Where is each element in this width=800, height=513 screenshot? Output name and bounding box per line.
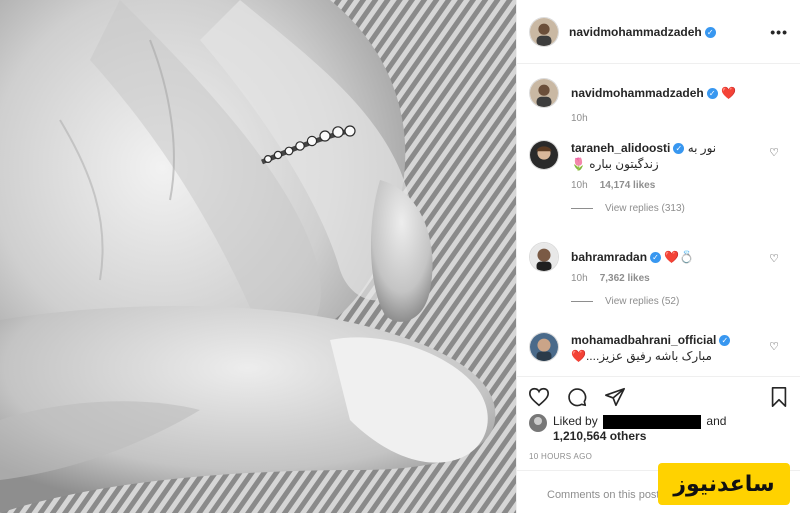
comment-input-placeholder: Comments on this post xyxy=(547,489,660,501)
comment-item: taraneh_alidoosti ✓ نور به زندگیتون بباره… xyxy=(529,140,789,214)
comment-time: 10h xyxy=(571,273,588,284)
bookmark-icon[interactable] xyxy=(767,385,791,409)
post-actions-bar xyxy=(517,376,800,416)
author-username[interactable]: navidmohammadzadeh ✓ xyxy=(569,25,716,39)
caption-avatar[interactable] xyxy=(529,78,559,108)
view-replies-label: View replies (52) xyxy=(605,296,680,307)
verified-badge-icon: ✓ xyxy=(673,143,685,155)
like-comment-heart-icon[interactable]: ♡ xyxy=(769,252,779,265)
caption-username[interactable]: navidmohammadzadeh xyxy=(571,86,704,100)
verified-badge-icon: ✓ xyxy=(719,335,731,347)
view-replies-button[interactable]: View replies (313) xyxy=(571,203,789,214)
verified-badge-icon: ✓ xyxy=(704,26,716,38)
watermark-text: ساعدنیوز xyxy=(673,471,775,497)
comment-text-line1: ❤️💍 xyxy=(664,250,695,264)
replies-divider xyxy=(571,208,593,209)
commenter-avatar[interactable] xyxy=(529,140,559,170)
comment-text-line1: نور به xyxy=(687,141,717,155)
author-avatar[interactable] xyxy=(529,16,559,47)
commenter-username[interactable]: mohamadbahrani_official xyxy=(571,333,716,347)
view-replies-label: View replies (313) xyxy=(605,203,685,214)
likes-summary[interactable]: Liked by and 1,210,564 others xyxy=(529,414,791,444)
caption-time: 10h xyxy=(571,113,588,124)
redacted-name xyxy=(603,414,702,429)
comment-time: 10h xyxy=(571,180,588,191)
comment-likes[interactable]: 14,174 likes xyxy=(600,180,656,191)
verified-badge-icon: ✓ xyxy=(706,88,718,100)
view-replies-button[interactable]: View replies (52) xyxy=(571,296,789,307)
watermark-logo: ساعدنیوز xyxy=(658,463,790,505)
like-comment-heart-icon[interactable]: ♡ xyxy=(769,146,779,159)
caption-text: ❤️ xyxy=(721,86,736,100)
commenter-avatar[interactable] xyxy=(529,242,559,272)
comment-item: mohamadbahrani_official ✓ مبارک باشه رفیق… xyxy=(529,332,789,364)
like-comment-heart-icon[interactable]: ♡ xyxy=(769,340,779,353)
post-detail-panel: navidmohammadzadeh ✓ ••• navidmohammadzad… xyxy=(516,0,800,513)
comment-likes[interactable]: 7,362 likes xyxy=(600,273,650,284)
like-heart-icon[interactable] xyxy=(527,385,551,409)
share-paper-plane-icon[interactable] xyxy=(603,385,627,409)
post-timestamp: 10 HOURS AGO xyxy=(529,452,593,461)
comment-text-line2: زندگیتون بباره 🌷 xyxy=(571,157,659,171)
more-options-icon[interactable]: ••• xyxy=(770,24,788,40)
comment-text-line2: مبارک باشه رفیق عزیز....❤️ xyxy=(571,349,712,363)
post-header: navidmohammadzadeh ✓ ••• xyxy=(517,0,800,64)
hands-ring-image xyxy=(0,0,516,513)
commenter-username[interactable]: bahramradan xyxy=(571,250,647,264)
likes-count[interactable]: 1,210,564 others xyxy=(553,429,646,443)
liker-avatar xyxy=(529,414,547,432)
replies-divider xyxy=(571,301,593,302)
caption: navidmohammadzadeh ✓ ❤️ 10h xyxy=(529,78,789,124)
comment-bubble-icon[interactable] xyxy=(565,385,589,409)
post-photo[interactable] xyxy=(0,0,516,513)
verified-badge-icon: ✓ xyxy=(650,252,662,264)
comments-list[interactable]: navidmohammadzadeh ✓ ❤️ 10h taraneh_alido… xyxy=(517,66,800,376)
commenter-username[interactable]: taraneh_alidoosti xyxy=(571,141,670,155)
likes-prefix: Liked by xyxy=(553,414,598,428)
comment-item: bahramradan ✓ ❤️💍 10h 7,362 likes View re… xyxy=(529,242,789,307)
likes-suffix: and xyxy=(706,414,727,428)
commenter-avatar[interactable] xyxy=(529,332,559,362)
